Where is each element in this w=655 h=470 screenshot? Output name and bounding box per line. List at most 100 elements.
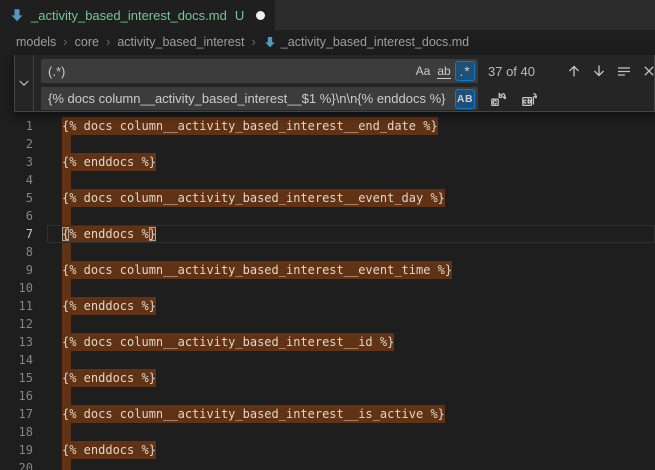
modified-dot[interactable] bbox=[256, 11, 265, 20]
breadcrumb-item[interactable]: activity_based_interest bbox=[117, 35, 244, 49]
code-line[interactable]: 15 {% enddocs %} bbox=[0, 369, 655, 387]
find-input[interactable]: (.*) Aa ab .* bbox=[41, 59, 478, 83]
line-content bbox=[47, 279, 71, 297]
code-line[interactable]: 8 bbox=[0, 243, 655, 261]
find-match-highlight: {% docs column__activity_based_interest_… bbox=[62, 261, 452, 279]
code-line[interactable]: 18 bbox=[0, 423, 655, 441]
code-line[interactable]: 17{% docs column__activity_based_interes… bbox=[0, 405, 655, 423]
find-match-highlight-empty bbox=[62, 459, 71, 470]
line-number: 12 bbox=[0, 315, 47, 333]
code-line[interactable]: 20 bbox=[0, 459, 655, 470]
find-match-highlight: {% enddocs %} bbox=[62, 153, 156, 171]
code-line[interactable]: 14 bbox=[0, 351, 655, 369]
breadcrumb-item[interactable]: models bbox=[16, 35, 56, 49]
tab-label: _activity_based_interest_docs.md bbox=[31, 8, 227, 23]
line-content bbox=[47, 423, 71, 441]
code-line[interactable]: 19{% enddocs %} bbox=[0, 441, 655, 459]
find-match-highlight-empty bbox=[62, 351, 71, 369]
line-content: {% enddocs %} bbox=[47, 369, 156, 387]
replace-all-button[interactable] bbox=[518, 88, 540, 110]
code-line[interactable]: 7{% enddocs %} bbox=[0, 225, 655, 243]
bracket-match: { bbox=[62, 227, 69, 241]
match-case-toggle[interactable]: Aa bbox=[413, 61, 433, 81]
line-number: 1 bbox=[0, 117, 47, 135]
replace-input[interactable]: {% docs column__activity_based_interest_… bbox=[41, 87, 478, 110]
whole-word-toggle[interactable]: ab bbox=[434, 61, 454, 81]
line-number: 2 bbox=[0, 135, 47, 153]
code-line[interactable]: 1{% docs column__activity_based_interest… bbox=[0, 117, 655, 135]
code-line[interactable]: 5 {% docs column__activity_based_interest… bbox=[0, 189, 655, 207]
find-match-highlight: {% docs column__activity_based_interest_… bbox=[62, 189, 445, 207]
line-content bbox=[47, 387, 71, 405]
code-area[interactable]: 1{% docs column__activity_based_interest… bbox=[0, 117, 655, 470]
code-line[interactable]: 2 bbox=[0, 135, 655, 153]
tab-active-file[interactable]: _activity_based_interest_docs.md U bbox=[0, 0, 275, 30]
selection-icon bbox=[616, 63, 632, 79]
line-content: {% enddocs %} bbox=[47, 441, 156, 459]
code-line[interactable]: 6 bbox=[0, 207, 655, 225]
editor-pane[interactable]: 1{% docs column__activity_based_interest… bbox=[0, 53, 655, 470]
replace-icon bbox=[490, 91, 506, 107]
line-number: 7 bbox=[0, 225, 47, 243]
preserve-case-toggle[interactable]: AB bbox=[455, 89, 475, 109]
line-content: {% enddocs %} bbox=[47, 153, 156, 171]
line-number: 16 bbox=[0, 387, 47, 405]
next-match-button[interactable] bbox=[588, 60, 610, 82]
line-number: 5 bbox=[0, 189, 47, 207]
match-case-label: Aa bbox=[416, 64, 431, 78]
find-match-highlight-empty bbox=[62, 207, 71, 225]
line-number: 18 bbox=[0, 423, 47, 441]
find-match-highlight-empty bbox=[62, 387, 71, 405]
code-line[interactable]: 4 bbox=[0, 171, 655, 189]
find-match-highlight-empty bbox=[62, 315, 71, 333]
line-number: 4 bbox=[0, 171, 47, 189]
find-results-count: 37 of 40 bbox=[488, 64, 550, 79]
code-line[interactable]: 16 bbox=[0, 387, 655, 405]
line-number: 9 bbox=[0, 261, 47, 279]
line-content: {% docs column__activity_based_interest_… bbox=[47, 189, 445, 207]
code-line[interactable]: 9 {% docs column__activity_based_interest… bbox=[0, 261, 655, 279]
breadcrumb-file-label: _activity_based_interest_docs.md bbox=[281, 35, 469, 49]
line-number: 17 bbox=[0, 405, 47, 423]
regex-toggle[interactable]: .* bbox=[455, 61, 475, 81]
breadcrumb: models › core › activity_based_interest … bbox=[0, 30, 655, 53]
line-content: {% docs column__activity_based_interest_… bbox=[47, 333, 394, 351]
find-match-highlight-empty bbox=[62, 279, 71, 297]
find-row: (.*) Aa ab .* 37 of 40 bbox=[41, 59, 655, 83]
close-find-button[interactable] bbox=[638, 60, 655, 82]
line-content: {% docs column__activity_based_interest_… bbox=[47, 117, 438, 135]
breadcrumb-separator: › bbox=[63, 34, 67, 49]
previous-match-button[interactable] bbox=[563, 60, 585, 82]
find-input-value[interactable]: (.*) bbox=[48, 64, 412, 79]
line-content bbox=[47, 351, 71, 369]
code-line[interactable]: 13 {% docs column__activity_based_interes… bbox=[0, 333, 655, 351]
chevron-down-icon bbox=[17, 76, 31, 90]
find-match-highlight: {% enddocs %} bbox=[62, 369, 156, 387]
line-number: 8 bbox=[0, 243, 47, 261]
code-line[interactable]: 12 bbox=[0, 315, 655, 333]
line-content bbox=[47, 459, 71, 470]
find-match-highlight-empty bbox=[62, 423, 71, 441]
line-number: 3 bbox=[0, 153, 47, 171]
find-in-selection-button[interactable] bbox=[613, 60, 635, 82]
line-content bbox=[47, 171, 71, 189]
line-content bbox=[47, 207, 71, 225]
replace-button[interactable] bbox=[487, 88, 509, 110]
line-content: {% docs column__activity_based_interest_… bbox=[47, 405, 445, 423]
line-number: 13 bbox=[0, 333, 47, 351]
code-line[interactable]: 11{% enddocs %} bbox=[0, 297, 655, 315]
vscode-window: _activity_based_interest_docs.md U model… bbox=[0, 0, 655, 470]
find-match-highlight-empty bbox=[62, 135, 71, 153]
code-line[interactable]: 3 {% enddocs %} bbox=[0, 153, 655, 171]
replace-input-value[interactable]: {% docs column__activity_based_interest_… bbox=[48, 91, 454, 106]
line-number: 15 bbox=[0, 369, 47, 387]
code-line[interactable]: 10 bbox=[0, 279, 655, 297]
breadcrumb-item[interactable]: core bbox=[75, 35, 99, 49]
find-match-highlight: {% docs column__activity_based_interest_… bbox=[62, 333, 394, 351]
line-number: 20 bbox=[0, 459, 47, 470]
breadcrumb-item-file[interactable]: _activity_based_interest_docs.md bbox=[263, 35, 469, 49]
find-match-highlight: {% enddocs %} bbox=[62, 441, 156, 459]
line-number: 14 bbox=[0, 351, 47, 369]
toggle-replace-button[interactable] bbox=[15, 55, 34, 111]
replace-all-icon bbox=[521, 91, 537, 107]
